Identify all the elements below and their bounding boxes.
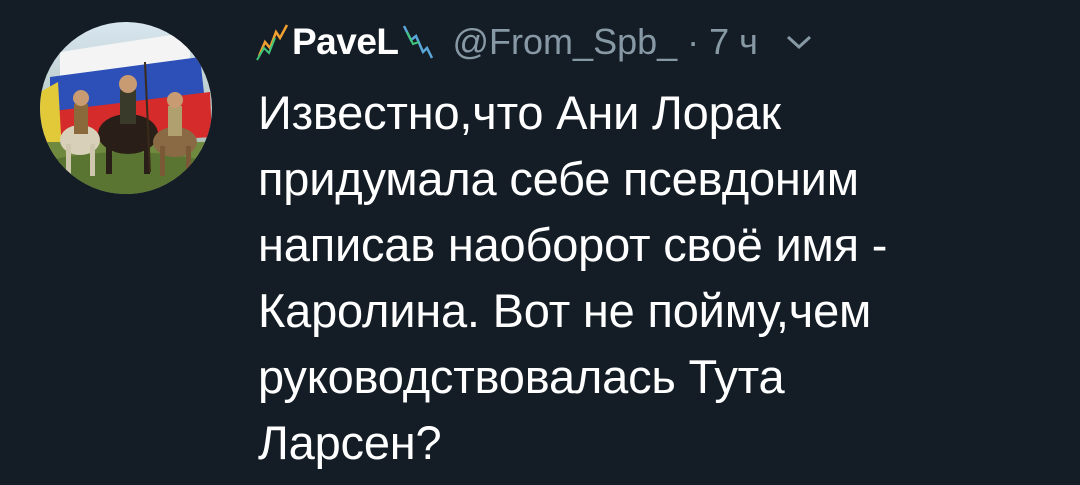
- display-name[interactable]: PaveL: [292, 21, 399, 63]
- tweet-text-line: Каролина. Вот не пойму,чем: [258, 284, 872, 337]
- tweet-text-line: руководствовалась Тута: [258, 350, 785, 403]
- tweet-text-line: Известно,что Ани Лорак: [258, 86, 781, 139]
- tweet-text-line: написав наоборот своё имя -: [258, 218, 888, 271]
- avatar[interactable]: [40, 22, 212, 194]
- user-handle[interactable]: @From_Spb_: [453, 21, 678, 63]
- tweet-text-line: Ларсен?: [258, 416, 442, 469]
- avatar-image: [40, 22, 212, 194]
- chart-up-icon: [256, 22, 290, 62]
- tweet-text-line: придумала себе псевдоним: [258, 152, 859, 205]
- tweet-card[interactable]: PaveL @From_Spb_ · 7 ч Известно,что Ани …: [0, 0, 1080, 485]
- chart-down-icon: [401, 22, 435, 62]
- tweet-header: PaveL @From_Spb_ · 7 ч: [256, 10, 814, 74]
- separator-dot: ·: [687, 21, 700, 62]
- chevron-down-icon[interactable]: [784, 32, 814, 52]
- timestamp[interactable]: 7 ч: [709, 21, 758, 63]
- tweet-text: Известно,что Ани Лорак придумала себе пс…: [258, 80, 1058, 476]
